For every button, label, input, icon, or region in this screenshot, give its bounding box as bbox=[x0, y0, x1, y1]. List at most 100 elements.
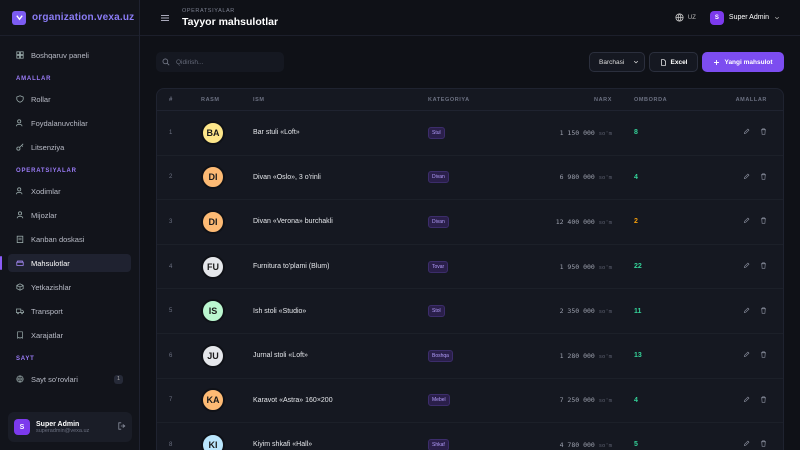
add-product-button[interactable]: Yangi mahsulot bbox=[702, 52, 784, 72]
category-badge: Stol bbox=[428, 305, 445, 318]
row-number: 8 bbox=[169, 441, 173, 448]
product-name: Divan «Verona» burchakli bbox=[253, 218, 333, 226]
menu-icon[interactable] bbox=[160, 13, 170, 23]
delete-icon[interactable] bbox=[760, 396, 767, 405]
sidebar-item-transport[interactable]: Transport bbox=[8, 302, 131, 320]
product-image-cell: KA bbox=[201, 388, 253, 413]
currency-unit: so'm bbox=[598, 130, 612, 137]
price-cell: 2 350 000 so'm bbox=[528, 307, 612, 315]
brand-logo-icon bbox=[12, 10, 26, 25]
product-name: Furnitura to'plami (Blum) bbox=[253, 263, 330, 271]
price-value: 6 980 000 bbox=[559, 173, 595, 182]
products-table: # RASM ISM KATEGORIYA NARX OMBORDA AMALL… bbox=[156, 88, 784, 450]
edit-icon[interactable] bbox=[743, 307, 750, 316]
edit-icon[interactable] bbox=[743, 173, 750, 182]
edit-icon[interactable] bbox=[743, 217, 750, 226]
delete-icon[interactable] bbox=[760, 262, 767, 271]
table-row[interactable]: 6 JU Jurnal stoli «Loft» Boshqa 1 280 000 so… bbox=[157, 334, 783, 379]
truck-icon bbox=[16, 308, 24, 315]
edit-icon[interactable] bbox=[743, 351, 750, 360]
sidebar-item-litsenziya[interactable]: Litsenziya bbox=[8, 138, 131, 156]
edit-icon[interactable] bbox=[743, 262, 750, 271]
sidebar-user-card[interactable]: S Super Admin superadmin@vexa.uz bbox=[8, 412, 132, 442]
product-avatar: DI bbox=[201, 165, 225, 190]
section-amallar: AMALLAR bbox=[16, 76, 52, 82]
search-input[interactable]: Qidirish... bbox=[156, 52, 284, 72]
table-row[interactable]: 1 BA Bar stuli «Loft» Stul 1 150 000 so'm 8 bbox=[157, 111, 783, 156]
delete-icon[interactable] bbox=[760, 440, 767, 449]
table-row[interactable]: 2 DI Divan «Oslo», 3 o'rinli Divan 6 980 000… bbox=[157, 156, 783, 201]
language-code: UZ bbox=[687, 14, 696, 21]
language-switcher[interactable]: UZ bbox=[675, 13, 696, 22]
user-info: Super Admin superadmin@vexa.uz bbox=[36, 421, 89, 434]
filter-value: Barchasi bbox=[599, 58, 625, 66]
delete-icon[interactable] bbox=[760, 173, 767, 182]
sidebar-item-label: Yetkazishlar bbox=[31, 282, 72, 292]
currency-unit: so'm bbox=[598, 442, 612, 449]
stock-count: 4 bbox=[634, 396, 638, 404]
product-name: Bar stuli «Loft» bbox=[253, 129, 300, 137]
avatar: S bbox=[709, 10, 724, 25]
edit-icon[interactable] bbox=[743, 396, 750, 405]
currency-unit: so'm bbox=[598, 264, 612, 271]
currency-unit: so'm bbox=[598, 398, 612, 405]
price-cell: 12 400 000 so'm bbox=[528, 218, 612, 226]
table-row[interactable]: 8 KI Kiyim shkafi «Hall» Shkaf 4 780 000 so'… bbox=[157, 423, 783, 450]
currency-unit: so'm bbox=[598, 175, 612, 182]
sidebar-item-kanban[interactable]: Kanban doskasi bbox=[8, 230, 131, 248]
sidebar-item-xodimlar[interactable]: Xodimlar bbox=[8, 182, 131, 200]
table-row[interactable]: 3 DI Divan «Verona» burchakli Divan 12 400 0… bbox=[157, 200, 783, 245]
row-number: 5 bbox=[169, 308, 173, 315]
sofa-icon bbox=[16, 260, 24, 266]
sidebar-item-mahsulotlar[interactable]: Mahsulotlar bbox=[0, 254, 131, 272]
edit-icon[interactable] bbox=[743, 128, 750, 137]
delete-icon[interactable] bbox=[760, 307, 767, 316]
table-row[interactable]: 5 IS Ish stoli «Studio» Stol 2 350 000 so'm 1… bbox=[157, 289, 783, 334]
delete-icon[interactable] bbox=[760, 351, 767, 360]
category-cell: Boshqa bbox=[428, 349, 528, 362]
stock-count: 5 bbox=[634, 441, 638, 449]
sidebar-item-label: Mahsulotlar bbox=[31, 258, 70, 268]
stock-count: 4 bbox=[634, 173, 638, 181]
brand[interactable]: organization.vexa.uz bbox=[0, 0, 139, 36]
sidebar-item-label: Sayt so'rovlari bbox=[31, 374, 78, 384]
product-image-cell: FU bbox=[201, 254, 253, 279]
row-number: 3 bbox=[169, 218, 173, 225]
box-icon bbox=[16, 283, 24, 291]
search-placeholder: Qidirish... bbox=[176, 58, 204, 66]
delete-icon[interactable] bbox=[760, 128, 767, 137]
sidebar-item-xarajatlar[interactable]: Xarajatlar bbox=[8, 326, 131, 344]
sidebar-item-mijozlar[interactable]: Mijozlar bbox=[8, 206, 131, 224]
row-actions bbox=[682, 217, 783, 226]
edit-icon[interactable] bbox=[743, 440, 750, 449]
globe-icon bbox=[16, 375, 24, 383]
sidebar-item-yetkazishlar[interactable]: Yetkazishlar bbox=[8, 278, 131, 296]
sidebar-item-rollar[interactable]: Rollar bbox=[8, 90, 131, 108]
avatar: S bbox=[14, 419, 30, 435]
logout-icon[interactable] bbox=[118, 422, 126, 432]
product-name: Karavot «Astra» 160×200 bbox=[253, 396, 333, 404]
sidebar-item-dashboard[interactable]: Boshqaruv paneli bbox=[8, 46, 131, 64]
row-number: 2 bbox=[169, 174, 173, 181]
excel-export-button[interactable]: Excel bbox=[649, 52, 698, 72]
currency-unit: so'm bbox=[598, 219, 612, 226]
table-row[interactable]: 4 FU Furnitura to'plami (Blum) Tovar 1 950 0… bbox=[157, 245, 783, 290]
globe-icon bbox=[675, 13, 684, 22]
product-image-cell: KI bbox=[201, 432, 253, 450]
product-avatar: DI bbox=[201, 209, 225, 234]
sidebar-item-sayt-sorovlari[interactable]: Sayt so'rovlari 1 bbox=[8, 370, 131, 388]
delete-icon[interactable] bbox=[760, 217, 767, 226]
row-actions bbox=[682, 396, 783, 405]
stock-count: 13 bbox=[634, 352, 642, 360]
category-filter-select[interactable]: Barchasi bbox=[589, 52, 645, 72]
user-menu[interactable]: S Super Admin bbox=[709, 10, 780, 25]
table-row[interactable]: 7 KA Karavot «Astra» 160×200 Mebel 7 250 000… bbox=[157, 379, 783, 424]
receipt-icon bbox=[17, 331, 23, 339]
sidebar-item-label: Mijozlar bbox=[31, 210, 57, 220]
product-avatar: KA bbox=[201, 388, 225, 413]
product-avatar: BA bbox=[201, 120, 225, 145]
category-cell: Stul bbox=[428, 126, 528, 139]
sidebar-item-foydalanuvchilar[interactable]: Foydalanuvchilar bbox=[8, 114, 131, 132]
chevron-down-icon bbox=[774, 16, 780, 19]
price-cell: 1 280 000 so'm bbox=[528, 352, 612, 360]
